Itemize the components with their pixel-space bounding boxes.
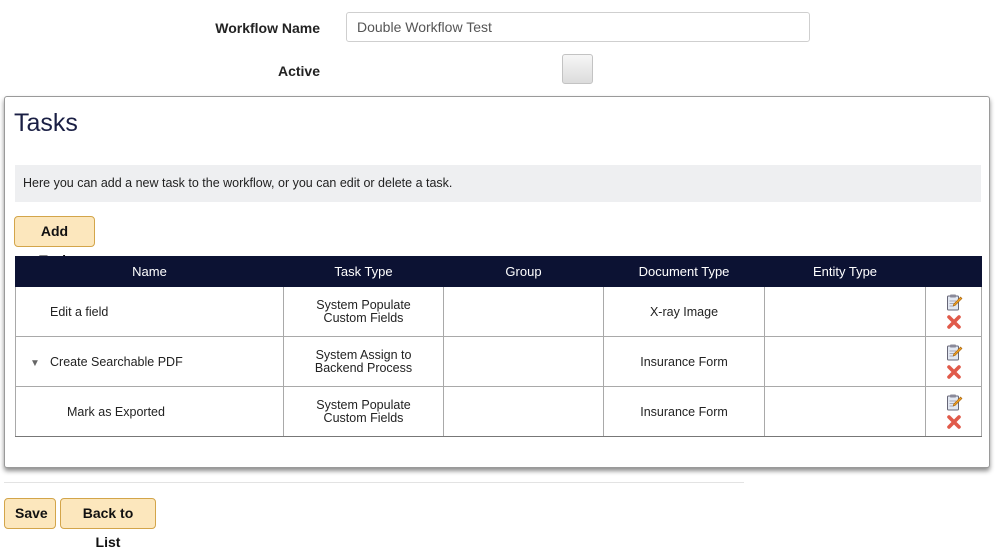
column-header-task-type[interactable]: Task Type — [283, 256, 444, 287]
cell-entity-type — [764, 386, 926, 437]
delete-x-icon[interactable] — [945, 413, 963, 431]
cell-group — [443, 336, 604, 387]
edit-clipboard-icon[interactable] — [945, 393, 963, 411]
cell-entity-type — [764, 336, 926, 387]
tasks-table: Name Task Type Group Document Type Entit… — [15, 256, 982, 437]
cell-name: Mark as Exported — [15, 386, 284, 437]
cell-document-type: Insurance Form — [603, 386, 765, 437]
workflow-name-row: Workflow Name — [0, 12, 1003, 44]
cell-actions — [925, 386, 982, 437]
delete-x-icon[interactable] — [945, 363, 963, 381]
tasks-info-text: Here you can add a new task to the workf… — [23, 176, 453, 190]
task-name: Mark as Exported — [67, 404, 165, 419]
cell-task-type: System Assign to Backend Process — [283, 336, 444, 387]
cell-task-type: System Populate Custom Fields — [283, 386, 444, 437]
table-row: Edit a field System Populate Custom Fiel… — [15, 286, 982, 337]
cell-actions — [925, 336, 982, 387]
tasks-info-bar: Here you can add a new task to the workf… — [15, 165, 981, 202]
table-row: Mark as Exported System Populate Custom … — [15, 386, 982, 437]
cell-group — [443, 386, 604, 437]
edit-clipboard-icon[interactable] — [945, 343, 963, 361]
edit-clipboard-icon[interactable] — [945, 293, 963, 311]
cell-name: Edit a field — [15, 286, 284, 337]
table-header-row: Name Task Type Group Document Type Entit… — [15, 256, 982, 287]
cell-name: ▼ Create Searchable PDF — [15, 336, 284, 387]
save-button[interactable]: Save — [4, 498, 56, 529]
column-header-actions — [925, 256, 982, 287]
delete-x-icon[interactable] — [945, 313, 963, 331]
cell-document-type: Insurance Form — [603, 336, 765, 387]
task-type: System Populate Custom Fields — [316, 297, 411, 325]
cell-group — [443, 286, 604, 337]
triangle-down-icon[interactable]: ▼ — [30, 358, 50, 369]
active-checkbox[interactable] — [562, 54, 593, 84]
task-name: Edit a field — [50, 304, 109, 319]
active-label: Active — [277, 63, 320, 79]
workflow-name-label: Workflow Name — [215, 20, 320, 36]
add-task-button[interactable]: Add Task — [14, 216, 95, 268]
column-header-document-type[interactable]: Document Type — [603, 256, 765, 287]
column-header-group[interactable]: Group — [443, 256, 604, 287]
cell-entity-type — [764, 286, 926, 337]
task-type: System Assign to Backend Process — [314, 347, 413, 375]
column-header-name[interactable]: Name — [15, 256, 284, 287]
cell-actions — [925, 286, 982, 337]
table-row: ▼ Create Searchable PDF System Assign to … — [15, 336, 982, 387]
cell-task-type: System Populate Custom Fields — [283, 286, 444, 337]
tasks-panel: Tasks Here you can add a new task to the… — [4, 96, 990, 468]
tasks-title: Tasks — [14, 109, 78, 137]
cell-document-type: X-ray Image — [603, 286, 765, 337]
active-row: Active — [0, 54, 1003, 86]
task-type: System Populate Custom Fields — [316, 397, 411, 425]
back-to-list-button[interactable]: Back to List — [60, 498, 156, 550]
task-name: Create Searchable PDF — [50, 354, 183, 369]
column-header-entity-type[interactable]: Entity Type — [764, 256, 926, 287]
footer-divider — [4, 482, 744, 483]
workflow-name-input[interactable] — [346, 12, 810, 42]
